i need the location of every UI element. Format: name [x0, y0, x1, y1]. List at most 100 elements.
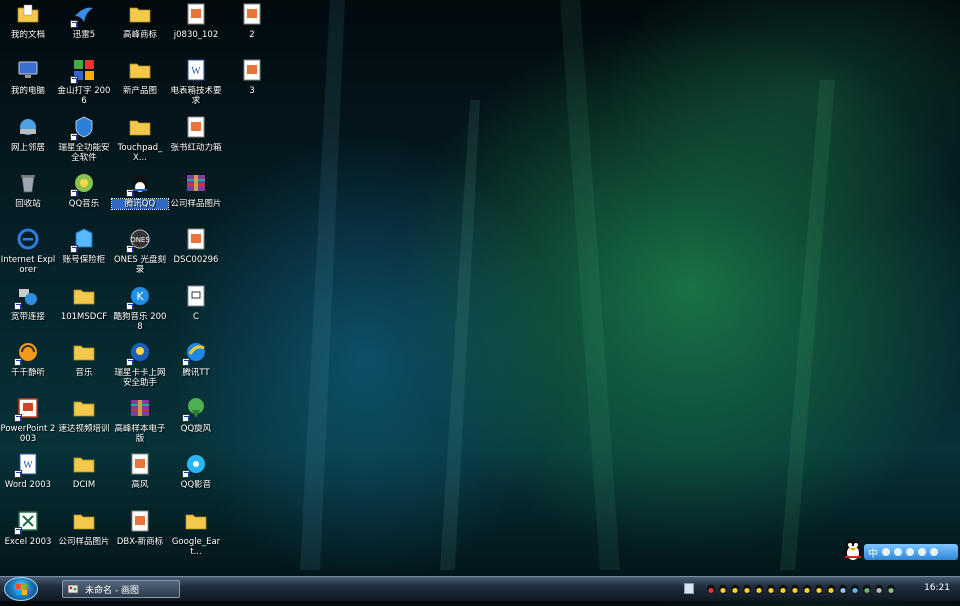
desktop-icon[interactable]: 我的文档	[0, 2, 56, 40]
folder-icon	[128, 2, 152, 26]
ime-toolbar[interactable]: 中	[840, 539, 958, 562]
ime-keyboard-icon[interactable]	[906, 548, 914, 556]
desktop-icon[interactable]: 2	[224, 2, 280, 40]
desktop-icon[interactable]: Internet Explorer	[0, 227, 56, 275]
desktop-icon[interactable]: DBX-新商标	[112, 509, 168, 547]
desktop-icon[interactable]: DCIM	[56, 452, 112, 490]
qq-tray-icon[interactable]	[718, 584, 728, 594]
desktop-icon[interactable]: 音乐	[56, 340, 112, 378]
qq-tray-icon[interactable]	[766, 584, 776, 594]
desktop-icon-label: 电表箱技术要求	[170, 86, 222, 107]
desktop-icon[interactable]: ONES ONES 光盘刻录	[112, 227, 168, 275]
volume-icon[interactable]	[838, 584, 848, 594]
desktop-icon[interactable]: PowerPoint 2003	[0, 396, 56, 444]
desktop-icon[interactable]: 新产品图	[112, 58, 168, 96]
qq-tray-icon[interactable]	[814, 584, 824, 594]
desktop-icon[interactable]: 腾讯TT	[168, 340, 224, 378]
account-safe-icon	[70, 227, 96, 254]
ime-settings-icon[interactable]	[930, 548, 938, 556]
desktop-icon[interactable]: 瑞星全功能安全软件	[56, 115, 112, 163]
documents-folder-icon	[16, 2, 40, 26]
desktop-icon-label: 速达视频培训	[58, 424, 110, 435]
desktop-icon[interactable]: 千千静听	[0, 340, 56, 378]
desktop-icon[interactable]: W Word 2003	[0, 452, 56, 490]
network-tray-icon[interactable]	[850, 584, 860, 594]
desktop-icon[interactable]: 101MSDCF	[56, 284, 112, 322]
qq-tray-icon[interactable]	[778, 584, 788, 594]
ime-tray-icon[interactable]	[706, 584, 716, 594]
qq-tray-icon[interactable]	[754, 584, 764, 594]
qq-tray-icon[interactable]	[802, 584, 812, 594]
desktop-icon[interactable]: DSC00296	[168, 227, 224, 265]
security-tray-icon[interactable]	[862, 584, 872, 594]
qq-tray-icon[interactable]	[742, 584, 752, 594]
qq-tray-icon[interactable]	[790, 584, 800, 594]
desktop-icon[interactable]: 公司样品图片	[168, 171, 224, 209]
taskbar: 未命名 - 画图 16:21	[0, 576, 960, 601]
desktop-icon[interactable]: 公司样品图片	[56, 509, 112, 547]
folder-icon	[72, 284, 96, 308]
desktop-icon[interactable]: 高峰样本电子版	[112, 396, 168, 444]
desktop-icon[interactable]: 瑞星卡卡上网安全助手	[112, 340, 168, 388]
desktop-icon-label: Google_Eart...	[171, 536, 221, 557]
shortcut-arrow-icon	[182, 357, 190, 366]
desktop-icon[interactable]: 腾讯QQ	[111, 171, 169, 210]
qq-penguin-icon[interactable]	[840, 536, 866, 562]
desktop-icon-label: C	[193, 311, 199, 322]
desktop-icon[interactable]: 张书红动力箱	[168, 115, 224, 153]
desktop-icon[interactable]: 速达视频培训	[56, 396, 112, 434]
desktop-icon[interactable]: Touchpad_X...	[112, 115, 168, 163]
shortcut-arrow-icon	[14, 357, 22, 366]
display-tray-icon[interactable]	[874, 584, 884, 594]
desktop-icon[interactable]: 高峰商标	[112, 2, 168, 40]
desktop-icon[interactable]: 宽带连接	[0, 284, 56, 322]
desktop-icon[interactable]: Google_Eart...	[168, 509, 224, 557]
qq-tray-icon[interactable]	[826, 584, 836, 594]
desktop-icon[interactable]: QQ影音	[168, 452, 224, 490]
desktop-icon[interactable]: 迅雷5	[56, 2, 112, 40]
shortcut-arrow-icon	[70, 76, 78, 85]
desktop-icon[interactable]: j0830_102	[168, 2, 224, 40]
desktop-icon[interactable]: C	[168, 284, 224, 322]
ime-moon-icon[interactable]	[882, 548, 890, 556]
word-icon: W	[14, 452, 40, 479]
desktop-icon[interactable]: K 酷狗音乐 2008	[112, 284, 168, 332]
shortcut-arrow-icon	[14, 414, 22, 423]
desktop-icon-label: 千千静听	[10, 367, 45, 378]
kingsoft-typing-icon	[70, 58, 96, 85]
ime-language-label[interactable]: 中	[868, 545, 878, 560]
taskbar-item-paint[interactable]: 未命名 - 画图	[62, 580, 180, 598]
shortcut-arrow-icon	[70, 20, 78, 28]
generic-file-icon	[184, 284, 208, 308]
system-tray	[706, 579, 896, 599]
desktop-icon[interactable]: 回收站	[0, 171, 56, 209]
quick-launch-show-desktop-icon[interactable]	[684, 583, 694, 594]
desktop-icon[interactable]: Excel 2003	[0, 509, 56, 547]
desktop-icon-label: 101MSDCF	[60, 311, 108, 322]
qq-tray-icon[interactable]	[730, 584, 740, 594]
start-button[interactable]	[4, 577, 38, 601]
excel-icon	[14, 509, 40, 535]
ime-panel[interactable]: 中	[864, 544, 958, 560]
desktop-icon[interactable]: QQ旋风	[168, 396, 224, 434]
rising-kaka-icon	[126, 340, 152, 366]
desktop-icon[interactable]: 账号保险柜	[56, 227, 112, 265]
desktop-icon-label: 腾讯TT	[182, 367, 210, 378]
safely-remove-icon[interactable]	[886, 584, 896, 594]
ime-user-icon[interactable]	[918, 548, 926, 556]
desktop-icon-label: 迅雷5	[72, 30, 96, 40]
qq-whirlwind-icon	[182, 396, 208, 423]
thunder-icon	[70, 2, 96, 28]
desktop-icon[interactable]: 网上邻居	[0, 115, 56, 153]
desktop-icon[interactable]: 高风	[112, 452, 168, 490]
desktop-icon[interactable]: 我的电脑	[0, 58, 56, 96]
desktop-icon[interactable]: W 电表箱技术要求	[168, 58, 224, 106]
desktop-icon-label: 瑞星卡卡上网安全助手	[114, 367, 166, 388]
desktop-icon[interactable]: QQ音乐	[56, 171, 112, 209]
desktop-icon[interactable]: 3	[224, 58, 280, 96]
desktop-icon-label: 我的文档	[10, 30, 45, 40]
clock[interactable]: 16:21	[924, 583, 950, 593]
ime-punctuation-icon[interactable]	[894, 548, 902, 556]
tencent-tt-icon	[182, 340, 208, 366]
desktop-icon[interactable]: 金山打字 2006	[56, 58, 112, 106]
